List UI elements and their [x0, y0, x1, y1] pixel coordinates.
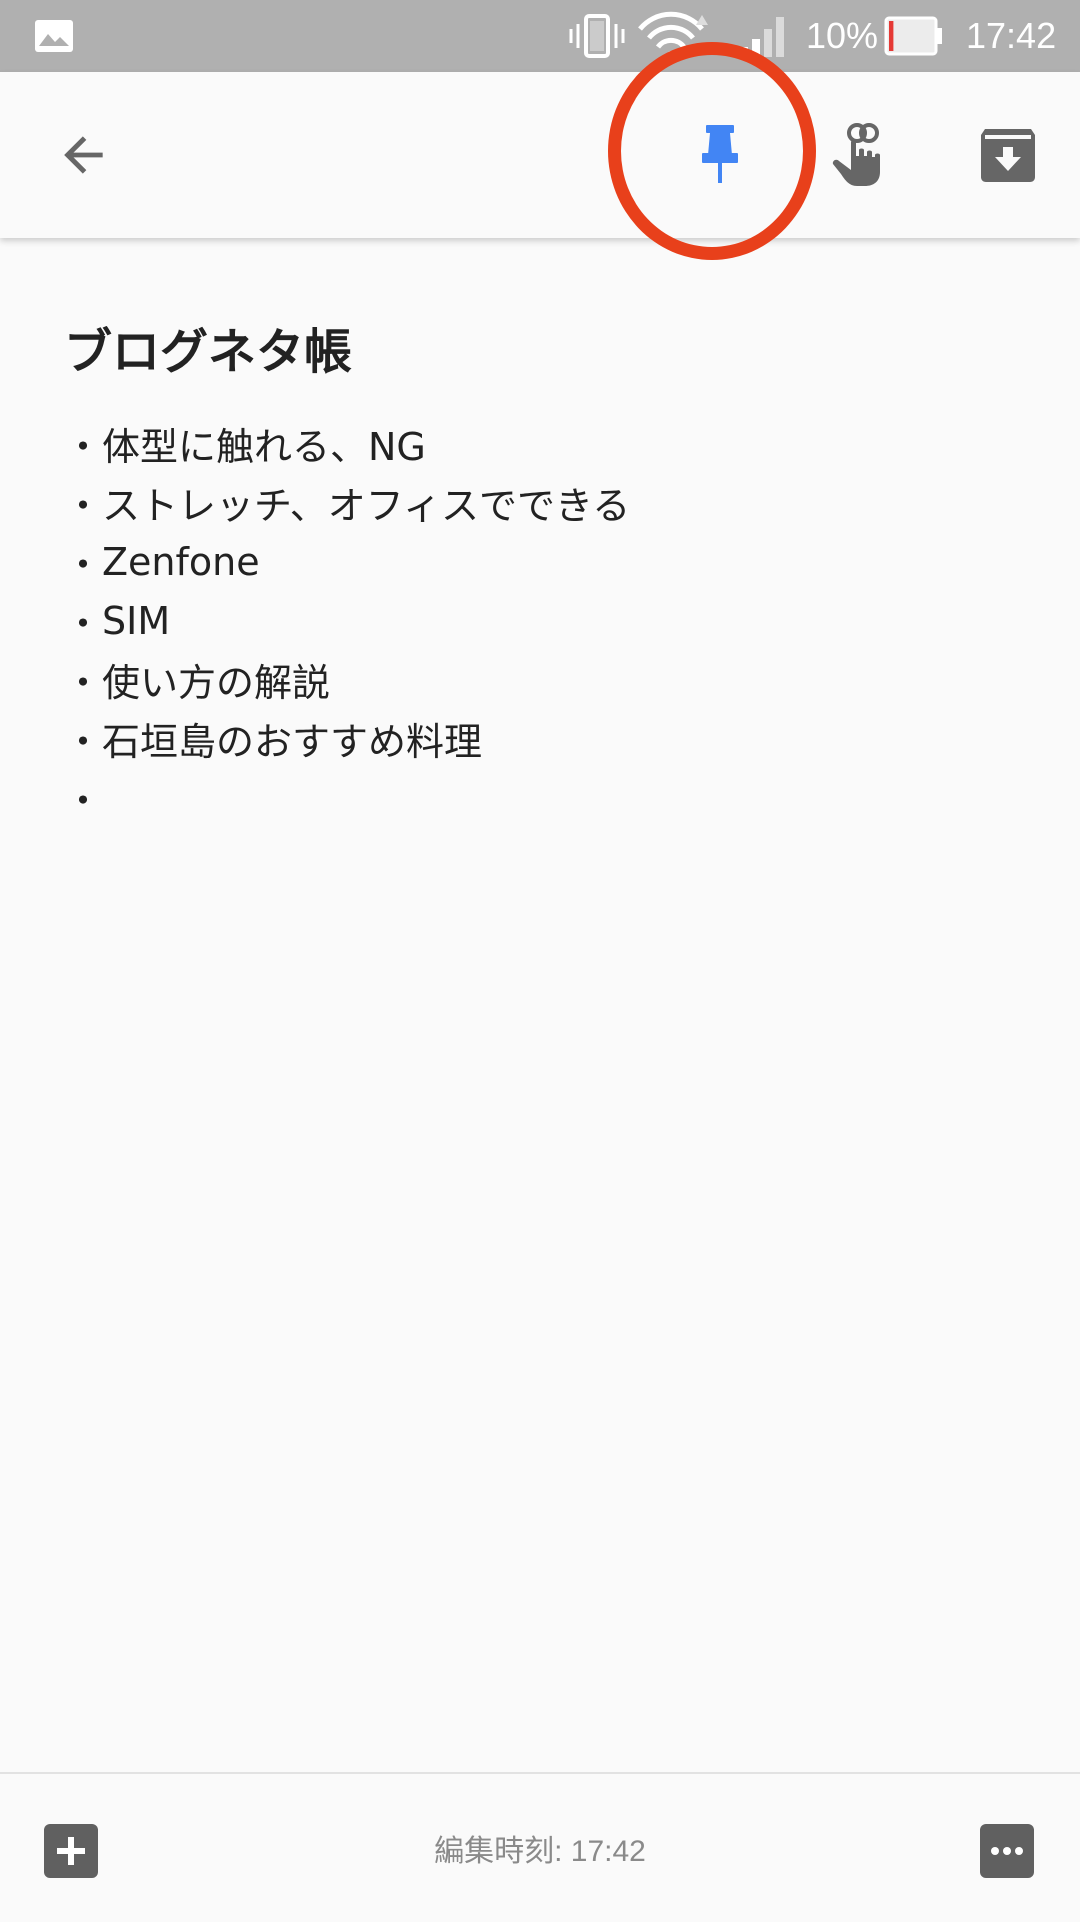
- note-list-item[interactable]: ・石垣島のおすすめ料理: [64, 709, 630, 768]
- list-bullet: ・: [64, 661, 103, 705]
- gallery-notification-icon: [34, 0, 74, 72]
- back-arrow-icon: [64, 136, 103, 174]
- note-list-item-text: Zenfone: [102, 539, 260, 584]
- archive-icon: [981, 129, 1035, 182]
- more-options-button[interactable]: [980, 1824, 1034, 1878]
- note-body[interactable]: ・体型に触れる、NG ・ストレッチ、オフィスでできる・ Zenfone ・ SIM ・使い…: [64, 414, 630, 827]
- signal-icon: [736, 0, 792, 72]
- battery-percent: 10%: [806, 15, 879, 56]
- note-toolbar: [0, 72, 1080, 238]
- list-bullet: ・: [64, 543, 103, 587]
- note-list-item[interactable]: ・体型に触れる、NG: [64, 414, 630, 473]
- list-bullet: ・: [64, 720, 103, 764]
- wifi-icon: [636, 0, 716, 72]
- note-list-item[interactable]: ・ SIM: [64, 591, 630, 650]
- more-options-icon: [991, 1847, 1023, 1855]
- reminder-button[interactable]: [802, 72, 922, 238]
- note-title[interactable]: ブログネタ帳: [64, 312, 352, 382]
- vibrate-icon: [568, 0, 626, 72]
- status-bar: 10% 17:42: [0, 0, 1080, 72]
- back-button[interactable]: [24, 72, 144, 238]
- bottom-bar: 編集時刻: 17:42: [0, 1772, 1080, 1922]
- note-list-item-text: SIM: [102, 598, 171, 643]
- note-list-item[interactable]: ・ Zenfone: [64, 532, 630, 591]
- note-list-item[interactable]: ・使い方の解説: [64, 650, 630, 709]
- note-list-item[interactable]: ・ストレッチ、オフィスでできる: [64, 473, 630, 532]
- archive-button[interactable]: [948, 72, 1068, 238]
- add-box-icon: [57, 1837, 85, 1865]
- list-bullet: ・: [64, 484, 103, 528]
- note-list-item-text: 体型に触れる、NG: [102, 425, 426, 469]
- list-bullet: ・: [64, 602, 103, 646]
- clock: 17:42: [966, 15, 1057, 56]
- edited-time-label: 編集時刻: 17:42: [434, 1835, 646, 1868]
- reminder-icon: [832, 123, 880, 186]
- list-bullet: ・: [64, 779, 103, 823]
- add-button[interactable]: [44, 1824, 98, 1878]
- note-list-item-text: 使い方の解説: [102, 661, 331, 705]
- note-list-item-text: ストレッチ、オフィスでできる: [102, 484, 631, 528]
- list-bullet: ・: [64, 425, 103, 469]
- battery-icon: [884, 0, 944, 72]
- pin-icon: [702, 125, 738, 183]
- note-list-item-text: 石垣島のおすすめ料理: [102, 720, 483, 764]
- note-list-item[interactable]: ・: [64, 768, 630, 827]
- pin-button[interactable]: [660, 72, 780, 238]
